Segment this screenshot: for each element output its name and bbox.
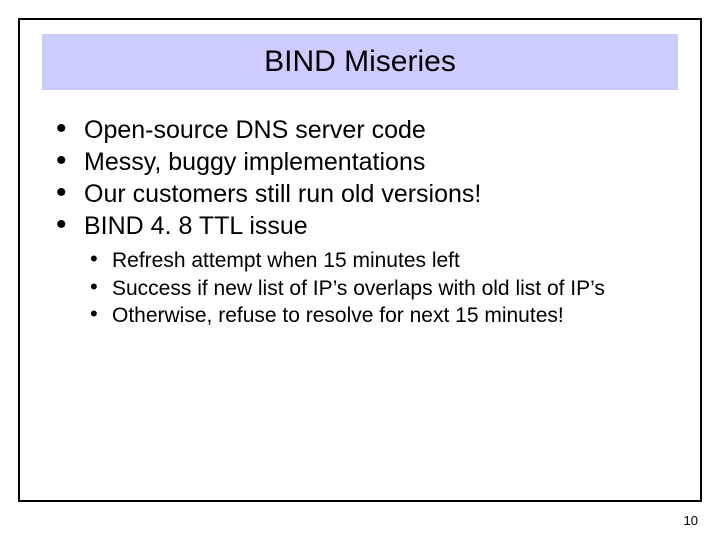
bullet-text: Open-source DNS server code bbox=[84, 116, 426, 144]
bullet-text: Messy, buggy implementations bbox=[84, 148, 425, 176]
list-item: BIND 4. 8 TTL issue bbox=[56, 210, 664, 242]
sub-bullet-text: Otherwise, refuse to resolve for next 15… bbox=[112, 304, 564, 327]
sub-bullet-text: Success if new list of IP’s overlaps wit… bbox=[112, 277, 605, 300]
bullet-list: Open-source DNS server code Messy, buggy… bbox=[56, 114, 664, 242]
slide-content: Open-source DNS server code Messy, buggy… bbox=[20, 90, 700, 329]
list-item: Otherwise, refuse to resolve for next 15… bbox=[90, 303, 664, 329]
bullet-text: BIND 4. 8 TTL issue bbox=[84, 212, 308, 240]
list-item: Success if new list of IP’s overlaps wit… bbox=[90, 276, 664, 302]
list-item: Refresh attempt when 15 minutes left bbox=[90, 248, 664, 274]
list-item: Messy, buggy implementations bbox=[56, 146, 664, 178]
sub-bullet-list: Refresh attempt when 15 minutes left Suc… bbox=[56, 248, 664, 329]
list-item: Our customers still run old versions! bbox=[56, 178, 664, 210]
sub-bullet-text: Refresh attempt when 15 minutes left bbox=[112, 249, 460, 272]
bullet-text: Our customers still run old versions! bbox=[84, 180, 481, 208]
slide-frame: BIND Miseries Open-source DNS server cod… bbox=[18, 18, 702, 502]
page-number: 10 bbox=[684, 513, 698, 528]
slide-title: BIND Miseries bbox=[264, 45, 456, 79]
list-item: Open-source DNS server code bbox=[56, 114, 664, 146]
title-band: BIND Miseries bbox=[42, 34, 678, 90]
